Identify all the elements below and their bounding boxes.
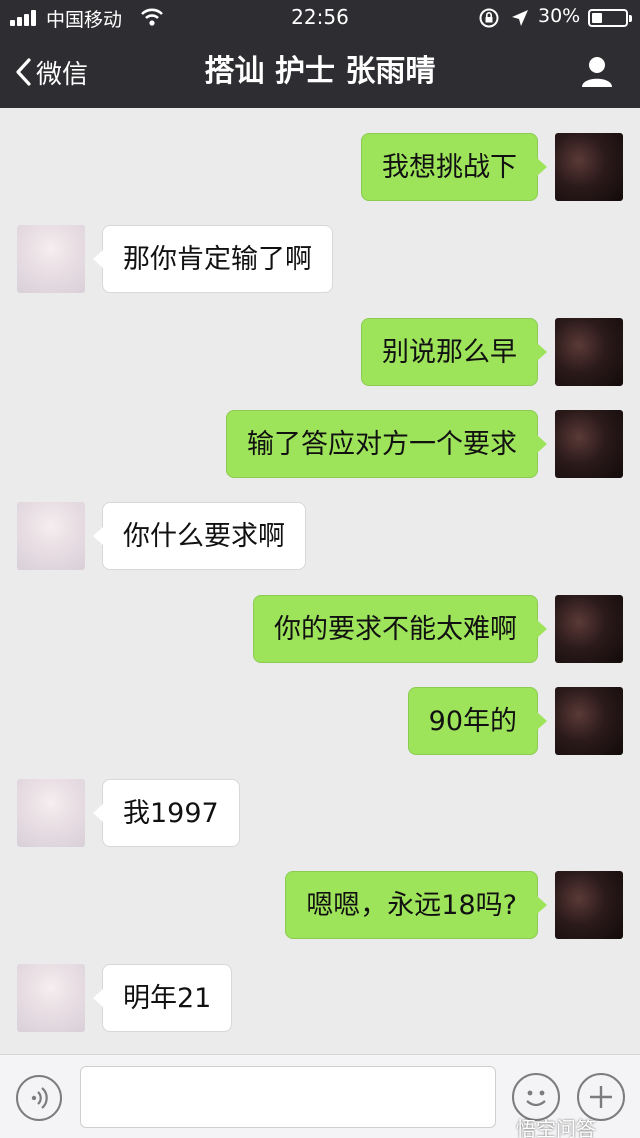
message-bubble[interactable]: 嗯嗯，永远18吗? xyxy=(285,871,547,939)
my-avatar[interactable] xyxy=(555,318,623,386)
my-avatar[interactable] xyxy=(555,595,623,663)
top-bar: 中国移动 22:56 30% 微信 搭讪 护士 张雨晴 xyxy=(0,0,640,108)
message-row-outgoing: 嗯嗯，永远18吗? xyxy=(0,871,640,941)
message-row-outgoing: 90年的 xyxy=(0,687,640,757)
message-bubble[interactable]: 你什么要求啊 xyxy=(93,502,306,570)
my-avatar[interactable] xyxy=(555,410,623,478)
message-bubble[interactable]: 明年21 xyxy=(92,964,233,1032)
message-row-incoming: 我1997 xyxy=(0,779,640,849)
voice-button[interactable] xyxy=(16,1075,62,1121)
voice-icon xyxy=(31,1087,48,1109)
contact-avatar[interactable] xyxy=(17,779,85,847)
message-input[interactable] xyxy=(80,1066,496,1128)
watermark: 悟空问答 xyxy=(516,1117,596,1138)
battery-icon xyxy=(588,9,632,27)
location-icon xyxy=(512,10,528,26)
my-avatar[interactable] xyxy=(555,133,623,201)
chat-title: 搭讪 护士 张雨晴 xyxy=(204,54,436,89)
message-bubble[interactable]: 别说那么早 xyxy=(361,318,547,386)
message-row-outgoing: 我想挑战下 xyxy=(0,133,640,203)
contact-avatar[interactable] xyxy=(17,502,85,570)
message-bubble[interactable]: 我想挑战下 xyxy=(361,133,547,201)
message-row-incoming: 你什么要求啊 xyxy=(0,502,640,572)
message-bubble[interactable]: 90年的 xyxy=(407,687,548,755)
message-row-outgoing: 别说那么早 xyxy=(0,318,640,388)
contact-avatar[interactable] xyxy=(17,225,85,293)
contact-avatar[interactable] xyxy=(17,964,85,1032)
message-row-outgoing: 输了答应对方一个要求 xyxy=(0,410,640,480)
status-bar: 中国移动 22:56 30% xyxy=(0,0,640,36)
battery-percent: 30% xyxy=(538,5,581,27)
my-avatar[interactable] xyxy=(555,871,623,939)
profile-icon[interactable] xyxy=(580,54,614,88)
message-row-incoming: 那你肯定输了啊 xyxy=(0,225,640,295)
message-bubble[interactable]: 我1997 xyxy=(93,779,240,847)
message-list[interactable]: 我想挑战下 那你肯定输了啊 别说那么早输了答应对方一个要求你什么要求啊你的要求不能太… xyxy=(0,108,640,1054)
message-bubble[interactable]: 你的要求不能太难啊 xyxy=(253,595,547,663)
rotation-lock-icon xyxy=(479,8,499,28)
message-row-outgoing: 你的要求不能太难啊 xyxy=(0,595,640,665)
input-bar: 悟空问答 xyxy=(0,1054,640,1138)
message-bubble[interactable]: 输了答应对方一个要求 xyxy=(226,410,547,478)
my-avatar[interactable] xyxy=(555,687,623,755)
message-row-incoming: 明年21 xyxy=(0,964,640,1034)
message-bubble[interactable]: 那你肯定输了啊 xyxy=(93,225,333,293)
